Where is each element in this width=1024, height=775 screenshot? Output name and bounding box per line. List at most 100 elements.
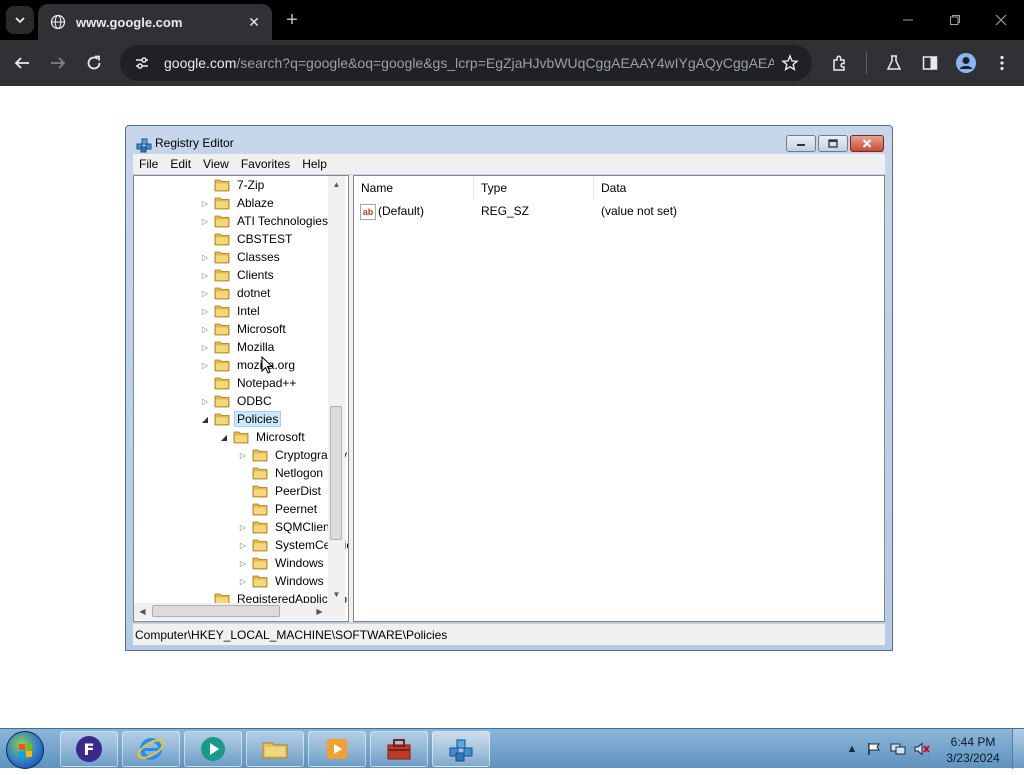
bookmark-star-icon[interactable] bbox=[780, 53, 800, 73]
app-f-icon: F bbox=[76, 736, 102, 762]
taskbar-toolbox-app[interactable] bbox=[370, 731, 428, 767]
tab-search-button[interactable] bbox=[6, 6, 34, 34]
taskbar-clock[interactable]: 6:44 PM 3/23/2024 bbox=[936, 734, 1010, 766]
tree-node[interactable]: CBSTEST bbox=[200, 230, 295, 248]
scroll-left-arrow-icon[interactable]: ◀ bbox=[134, 603, 151, 620]
menu-edit[interactable]: Edit bbox=[164, 157, 197, 171]
tree-node[interactable]: ◢ Microsoft bbox=[219, 428, 308, 446]
internet-explorer-icon bbox=[137, 738, 165, 760]
expand-arrow-icon[interactable]: ▷ bbox=[200, 306, 210, 316]
close-window-icon[interactable] bbox=[989, 8, 1013, 32]
column-header-data[interactable]: Data bbox=[594, 176, 884, 200]
tree-vertical-scrollbar[interactable]: ▲ ▼ bbox=[328, 176, 345, 603]
tree-node[interactable]: ◢ Policies bbox=[200, 410, 282, 428]
labs-flask-icon[interactable] bbox=[882, 51, 906, 75]
network-icon[interactable] bbox=[890, 741, 906, 757]
scroll-right-arrow-icon[interactable]: ▶ bbox=[311, 603, 328, 620]
taskbar-internet-explorer[interactable] bbox=[122, 731, 180, 767]
address-bar[interactable]: google.com/search?q=google&oq=google&gs_… bbox=[120, 45, 812, 81]
taskbar-media-app[interactable] bbox=[184, 731, 242, 767]
expand-arrow-icon[interactable]: ▷ bbox=[238, 558, 248, 568]
tree-node[interactable]: ▷ ATI Technologies bbox=[200, 212, 331, 230]
expand-arrow-icon[interactable]: ▷ bbox=[200, 216, 210, 226]
tree-node-label: CBSTEST bbox=[237, 232, 293, 246]
restore-icon[interactable] bbox=[943, 8, 967, 32]
expand-arrow-icon[interactable]: ▷ bbox=[200, 252, 210, 262]
tree-node[interactable]: ▷ Classes bbox=[200, 248, 283, 266]
tree-node[interactable]: ▷ Mozilla bbox=[200, 338, 277, 356]
collapse-arrow-icon[interactable]: ◢ bbox=[219, 432, 229, 442]
vertical-scroll-thumb[interactable] bbox=[330, 406, 342, 540]
show-hidden-icons-arrow-icon[interactable]: ▲ bbox=[844, 741, 860, 757]
tree-node[interactable]: PeerDist bbox=[238, 482, 324, 500]
new-tab-icon[interactable]: + bbox=[282, 9, 302, 31]
forward-arrow-icon[interactable] bbox=[46, 51, 70, 75]
expand-arrow-icon[interactable]: ▷ bbox=[200, 360, 210, 370]
registry-value-row[interactable]: ab (Default) REG_SZ (value not set) bbox=[354, 201, 884, 221]
expand-arrow-icon[interactable]: ▷ bbox=[200, 288, 210, 298]
registry-values-list[interactable]: Name Type Data ab (Default) REG_SZ (valu… bbox=[353, 175, 885, 622]
tune-icon[interactable] bbox=[132, 53, 152, 73]
registry-key-tree[interactable]: 7-Zip ▷ Ablaze ▷ ATI Technologies CBSTEST ▷ Cla… bbox=[133, 175, 349, 622]
back-arrow-icon[interactable] bbox=[10, 51, 34, 75]
folder-icon bbox=[214, 323, 230, 336]
taskbar-app-f-launcher[interactable]: F bbox=[60, 731, 118, 767]
tree-node[interactable]: Netlogon bbox=[238, 464, 326, 482]
expand-arrow-icon[interactable]: ▷ bbox=[238, 576, 248, 586]
menu-view[interactable]: View bbox=[197, 157, 235, 171]
minimize-icon[interactable] bbox=[896, 8, 920, 32]
tree-node[interactable]: ▷mozilla.org bbox=[200, 356, 298, 374]
profile-avatar-icon[interactable] bbox=[954, 51, 978, 75]
tree-horizontal-scrollbar[interactable]: ◀ ▶ bbox=[134, 603, 345, 620]
action-center-flag-icon[interactable] bbox=[866, 741, 882, 757]
column-header-name[interactable]: Name bbox=[354, 176, 474, 200]
tree-node[interactable]: Notepad++ bbox=[200, 374, 299, 392]
scroll-down-arrow-icon[interactable]: ▼ bbox=[328, 586, 345, 603]
tree-node[interactable]: Peernet bbox=[238, 500, 320, 518]
tree-node[interactable]: ▷ Ablaze bbox=[200, 194, 277, 212]
regedit-maximize-button[interactable] bbox=[818, 135, 848, 152]
value-name: (Default) bbox=[378, 204, 425, 218]
volume-muted-icon[interactable] bbox=[914, 741, 930, 757]
expand-arrow-icon[interactable]: ▷ bbox=[200, 396, 210, 406]
taskbar-registry-editor[interactable] bbox=[432, 731, 490, 767]
tree-node[interactable]: ▷ Windows bbox=[238, 554, 327, 572]
tree-node[interactable]: ▷ Microsoft bbox=[200, 320, 289, 338]
regedit-minimize-button[interactable] bbox=[786, 135, 816, 152]
expand-arrow-icon[interactable]: ▷ bbox=[200, 324, 210, 334]
string-value-icon: ab bbox=[360, 204, 376, 220]
folder-icon bbox=[233, 431, 249, 444]
tree-node[interactable]: ▷ SQMClient bbox=[238, 518, 336, 536]
taskbar-media-center[interactable] bbox=[308, 731, 366, 767]
expand-arrow-icon[interactable]: ▷ bbox=[200, 198, 210, 208]
tree-node[interactable]: 7-Zip bbox=[200, 176, 267, 194]
extensions-icon[interactable] bbox=[828, 51, 852, 75]
tree-node[interactable]: ▷ Intel bbox=[200, 302, 263, 320]
menu-favorites[interactable]: Favorites bbox=[235, 157, 296, 171]
tree-node[interactable]: ▷ Clients bbox=[200, 266, 277, 284]
regedit-close-button[interactable] bbox=[850, 135, 884, 152]
folder-icon bbox=[252, 575, 268, 588]
expand-arrow-icon[interactable]: ▷ bbox=[238, 450, 248, 460]
horizontal-scroll-thumb[interactable] bbox=[152, 605, 280, 617]
show-desktop-button[interactable] bbox=[1012, 729, 1024, 769]
side-panel-icon[interactable] bbox=[918, 51, 942, 75]
reload-icon[interactable] bbox=[82, 51, 106, 75]
collapse-arrow-icon[interactable]: ◢ bbox=[200, 414, 210, 424]
tree-node-label: Mozilla bbox=[237, 340, 275, 354]
tree-node[interactable]: ▷ ODBC bbox=[200, 392, 275, 410]
close-tab-icon[interactable]: ✕ bbox=[244, 12, 264, 32]
tree-node[interactable]: ▷ dotnet bbox=[200, 284, 273, 302]
menu-help[interactable]: Help bbox=[296, 157, 333, 171]
browser-tab[interactable]: www.google.com ✕ bbox=[38, 4, 272, 40]
column-header-type[interactable]: Type bbox=[474, 176, 594, 200]
expand-arrow-icon[interactable]: ▷ bbox=[238, 522, 248, 532]
expand-arrow-icon[interactable]: ▷ bbox=[238, 540, 248, 550]
scroll-up-arrow-icon[interactable]: ▲ bbox=[328, 176, 345, 193]
taskbar-windows-explorer[interactable] bbox=[246, 731, 304, 767]
more-menu-icon[interactable] bbox=[990, 51, 1014, 75]
expand-arrow-icon[interactable]: ▷ bbox=[200, 342, 210, 352]
expand-arrow-icon[interactable]: ▷ bbox=[200, 270, 210, 280]
menu-file[interactable]: File bbox=[133, 157, 164, 171]
start-button[interactable] bbox=[6, 731, 44, 769]
